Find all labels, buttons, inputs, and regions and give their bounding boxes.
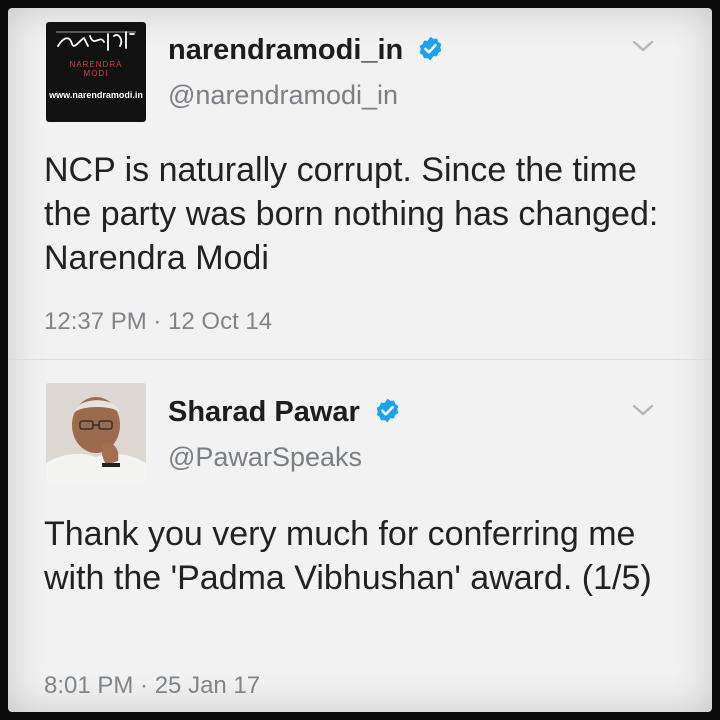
display-name[interactable]: narendramodi_in [168,34,444,67]
tweet-text: Thank you very much for conferring me wi… [44,515,652,597]
tweet-card[interactable]: Sharad Pawar @PawarSpeaks Thank you very… [8,360,712,712]
avatar-url: www.narendramodi.in [49,90,143,100]
avatar[interactable]: NARENDRA MODI www.narendramodi.in [46,22,146,122]
handle[interactable]: @narendramodi_in [168,80,398,111]
timestamp[interactable]: 8:01 PM · 25 Jan 17 [44,672,260,700]
chevron-down-icon[interactable] [628,36,658,56]
avatar-photo [46,383,146,483]
display-name-text: narendramodi_in [168,34,404,66]
timestamp[interactable]: 12:37 PM · 12 Oct 14 [44,308,272,336]
display-name-text: Sharad Pawar [168,396,360,428]
handle[interactable]: @PawarSpeaks [168,442,362,473]
avatar[interactable] [46,383,146,483]
tweet-text: NCP is naturally corrupt. Since the time… [44,151,659,277]
verified-badge-icon [376,398,399,423]
chevron-down-icon[interactable] [628,400,658,420]
verified-badge-icon [420,36,442,61]
display-name[interactable]: Sharad Pawar [168,396,401,429]
signature-logo [56,31,136,51]
tweet-card[interactable]: NARENDRA MODI www.narendramodi.in narend… [8,8,712,360]
avatar-subline: NARENDRA MODI [69,60,123,78]
screenshot-frame: NARENDRA MODI www.narendramodi.in narend… [8,8,712,712]
